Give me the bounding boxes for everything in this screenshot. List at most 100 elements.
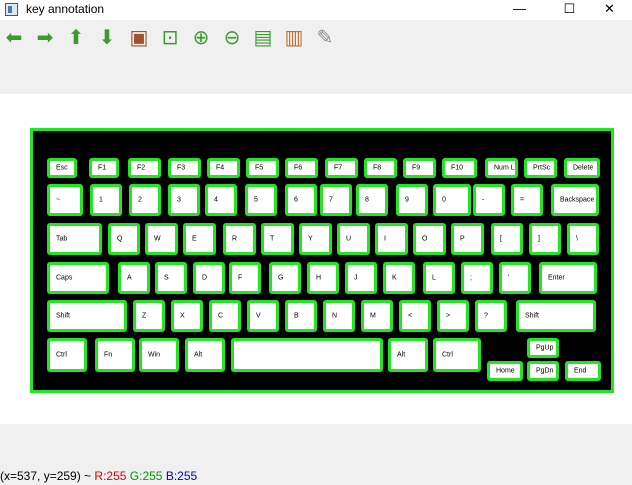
- key--: =: [511, 184, 543, 216]
- key-label: 0: [442, 196, 446, 204]
- image-icon: ▣: [129, 25, 149, 49]
- key--: ;: [461, 262, 493, 294]
- key-f10: F10: [442, 158, 477, 178]
- key-z: Z: [133, 300, 165, 332]
- key-a: A: [118, 262, 150, 294]
- key-f6: F6: [285, 158, 318, 178]
- key-label: I: [384, 235, 386, 243]
- key-label: PgUp: [536, 344, 554, 352]
- key-label: 6: [294, 196, 298, 204]
- key-j: J: [345, 262, 377, 294]
- key-label: F6: [294, 164, 303, 172]
- zoom-area-icon: ⊡: [161, 25, 179, 49]
- key-label: ]: [538, 235, 540, 243]
- key-alt: Alt: [388, 338, 428, 372]
- key-label: H: [316, 274, 322, 282]
- brush-icon: ✎: [316, 25, 334, 49]
- key-4: 4: [205, 184, 237, 216]
- key-b: B: [285, 300, 317, 332]
- minimize-button[interactable]: —: [497, 0, 542, 20]
- green-value: G:255: [129, 469, 163, 483]
- key-label: <: [408, 312, 413, 320]
- key-label: 3: [177, 196, 181, 204]
- image-button[interactable]: ▣: [127, 25, 151, 49]
- key-label: F3: [177, 164, 186, 172]
- zoom-out-icon: ⊖: [223, 25, 241, 49]
- zoom-out-button[interactable]: ⊖: [220, 25, 244, 49]
- key-label: 8: [365, 196, 369, 204]
- arrow-right-icon: ➡: [36, 25, 54, 49]
- key-label: J: [354, 274, 358, 282]
- arrow-left-button[interactable]: ⬅: [2, 25, 26, 49]
- key-label: ~: [56, 196, 61, 204]
- key-f9: F9: [403, 158, 436, 178]
- key-label: ;: [470, 274, 472, 282]
- key-2: 2: [129, 184, 161, 216]
- key-d: D: [193, 262, 225, 294]
- key-label: W: [154, 235, 161, 243]
- key--: ~: [47, 184, 83, 216]
- key-t: T: [261, 223, 294, 255]
- key-i: I: [375, 223, 408, 255]
- save-icon: ▤: [253, 25, 273, 49]
- key-6: 6: [285, 184, 317, 216]
- key-label: K: [392, 274, 397, 282]
- key-label: 5: [254, 196, 258, 204]
- key--: >: [437, 300, 469, 332]
- key-label: 9: [405, 196, 409, 204]
- key-f7: F7: [325, 158, 358, 178]
- key-l: L: [423, 262, 455, 294]
- brush-button[interactable]: ✎: [313, 25, 337, 49]
- key-label: N: [332, 312, 338, 320]
- key-label: >: [446, 312, 451, 320]
- toolbar: ⬅ ➡ ⬆ ⬇ ▣ ⊡ ⊕ ⊖ ▤ ▥ ✎: [0, 20, 632, 94]
- key-caps: Caps: [47, 262, 109, 294]
- key-label: Num Lock: [494, 164, 518, 172]
- clipboard-button[interactable]: ▥: [282, 25, 306, 49]
- key--: ?: [475, 300, 507, 332]
- key-label: F7: [334, 164, 343, 172]
- key-0: 0: [433, 184, 471, 216]
- zoom-in-icon: ⊕: [192, 25, 210, 49]
- key-y: Y: [299, 223, 332, 255]
- key-label: Home: [496, 367, 515, 375]
- key-ctrl: Ctrl: [47, 338, 87, 372]
- key-v: V: [247, 300, 279, 332]
- key-label: M: [370, 312, 376, 320]
- key-f4: F4: [207, 158, 240, 178]
- zoom-in-button[interactable]: ⊕: [189, 25, 213, 49]
- key-label: E: [192, 235, 197, 243]
- maximize-button[interactable]: ☐: [547, 0, 592, 20]
- key-n: N: [323, 300, 355, 332]
- key-3: 3: [168, 184, 200, 216]
- arrow-down-button[interactable]: ⬇: [95, 25, 119, 49]
- arrow-right-button[interactable]: ➡: [33, 25, 57, 49]
- clipboard-icon: ▥: [284, 25, 304, 49]
- key-label: F10: [451, 164, 464, 172]
- key-label: R: [232, 235, 238, 243]
- key--: ': [499, 262, 531, 294]
- status-text: (x=537, y=259) ~ R:255 G:255 B:255: [0, 469, 197, 483]
- close-button[interactable]: ✕: [587, 0, 632, 20]
- key-label: Ctrl: [56, 351, 67, 359]
- key--: \: [567, 223, 599, 255]
- zoom-area-button[interactable]: ⊡: [158, 25, 182, 49]
- key-label: \: [576, 235, 578, 243]
- key-5: 5: [245, 184, 277, 216]
- key-7: 7: [320, 184, 352, 216]
- key-label: F2: [137, 164, 146, 172]
- arrow-up-button[interactable]: ⬆: [64, 25, 88, 49]
- key-1: 1: [90, 184, 122, 216]
- key-f1: F1: [89, 158, 119, 178]
- key-9: 9: [396, 184, 428, 216]
- red-value: R:255: [94, 469, 127, 483]
- key-p: P: [451, 223, 484, 255]
- key-label: B: [294, 312, 299, 320]
- key-delete: Delete: [564, 158, 600, 178]
- key-space: [231, 338, 383, 372]
- key-label: Esc: [56, 164, 68, 172]
- save-button[interactable]: ▤: [251, 25, 275, 49]
- key-label: Shift: [525, 312, 540, 320]
- key-label: Win: [148, 351, 161, 359]
- key-f5: F5: [246, 158, 279, 178]
